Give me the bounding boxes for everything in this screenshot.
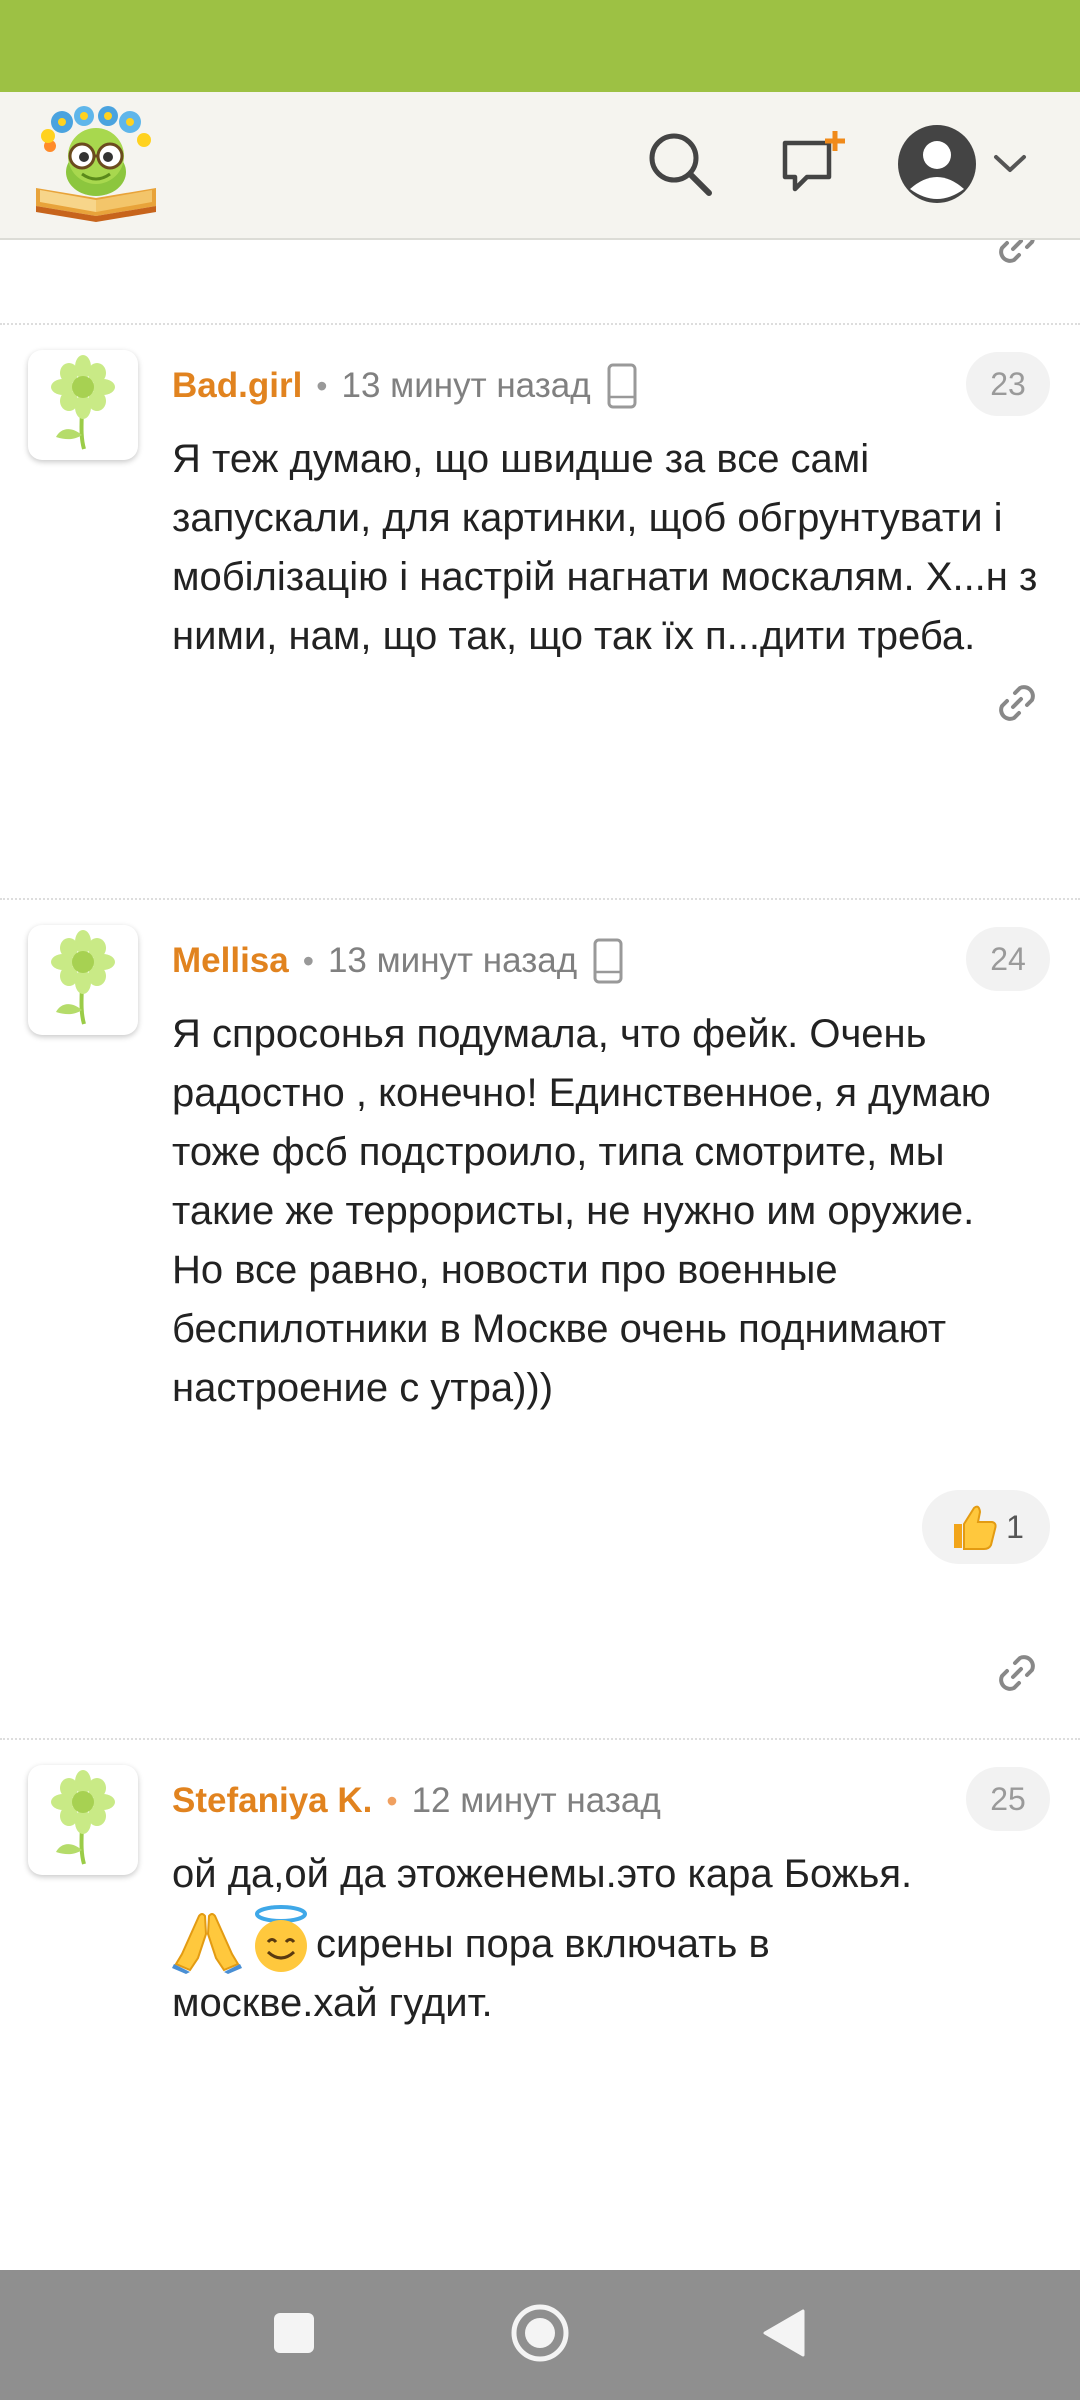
comments-list: Bad.girl • 13 минут назад 23 Я теж думаю… — [0, 240, 1080, 2270]
search-icon — [645, 129, 715, 204]
comment-number[interactable]: 23 — [966, 352, 1050, 416]
avatar[interactable] — [28, 1765, 138, 1875]
reaction-count: 1 — [1006, 1508, 1024, 1545]
comment-text: ой да,ой да этоженемы.это кара Божья. си… — [172, 1845, 1052, 2033]
reaction-thumbs-up[interactable]: 1 — [922, 1490, 1050, 1564]
comment-meta: Stefaniya K. • 12 минут назад — [172, 1773, 661, 1829]
link-icon[interactable] — [994, 240, 1040, 273]
comment-time: 13 минут назад — [341, 366, 591, 405]
link-icon[interactable] — [994, 680, 1040, 731]
separator-dot: • — [316, 367, 328, 404]
comment-text: Я спросонья подумала, что фейк. Очень ра… — [172, 1005, 1052, 1418]
folded-hands-icon — [172, 1910, 242, 1974]
comment-line: сирены пора включать в — [316, 1922, 770, 1966]
comment-paragraph: Я теж думаю, що швидше за все самі запус… — [172, 437, 1038, 658]
comment-time: 13 минут назад — [327, 941, 578, 980]
divider — [0, 323, 1080, 325]
author-name[interactable]: Bad.girl — [172, 366, 302, 406]
comment-meta: Bad.girl • 13 минут назад — [172, 358, 637, 414]
author-name[interactable]: Mellisa — [172, 941, 289, 981]
app-header — [0, 92, 1080, 240]
avatar[interactable] — [28, 925, 138, 1035]
separator-dot: • — [386, 1782, 398, 1819]
comment-line: ой да,ой да этоженемы.это кара Божья. — [172, 1852, 913, 1896]
back-triangle-icon — [761, 2308, 807, 2363]
new-message-button[interactable] — [766, 120, 858, 212]
comment-paragraph: Но все равно, новости про военные беспил… — [172, 1248, 947, 1410]
status-bar — [0, 0, 1080, 92]
comment-number[interactable]: 25 — [966, 1767, 1050, 1831]
mobile-phone-icon — [607, 363, 637, 409]
avatar[interactable] — [28, 350, 138, 460]
comment-text: Я теж думаю, що швидше за все самі запус… — [172, 430, 1052, 666]
smiling-face-with-halo-icon — [248, 1904, 314, 1974]
divider — [0, 898, 1080, 900]
link-icon[interactable] — [994, 1650, 1040, 1701]
chevron-down-icon — [992, 153, 1028, 180]
comment-line: москве.хай гудит. — [172, 1981, 493, 2025]
flower-avatar-icon — [48, 354, 118, 456]
comment-25: Stefaniya K. • 12 минут назад 25 ой да,о… — [0, 1765, 1080, 2265]
comment-number[interactable]: 24 — [966, 927, 1050, 991]
flower-avatar-icon — [48, 1769, 118, 1871]
divider — [0, 1738, 1080, 1740]
comment-23: Bad.girl • 13 минут назад 23 Я теж думаю… — [0, 350, 1080, 810]
mobile-phone-icon — [593, 938, 623, 984]
search-button[interactable] — [634, 120, 726, 212]
comment-line-with-emoji: сирены пора включать в — [172, 1904, 1052, 1974]
square-icon — [272, 2311, 316, 2360]
back-button[interactable] — [752, 2303, 816, 2367]
separator-dot: • — [302, 942, 314, 979]
comment-24: Mellisa • 13 минут назад 24 Я спросонья … — [0, 925, 1080, 1725]
comment-meta: Mellisa • 13 минут назад — [172, 933, 623, 989]
system-nav-bar — [0, 2270, 1080, 2400]
site-logo[interactable] — [32, 106, 160, 222]
profile-menu-button[interactable] — [896, 120, 1036, 212]
thumbs-up-icon — [948, 1502, 998, 1552]
comment-time: 12 минут назад — [411, 1781, 661, 1820]
new-message-icon — [777, 129, 847, 204]
author-name[interactable]: Stefaniya K. — [172, 1781, 372, 1821]
user-avatar-icon — [896, 123, 978, 210]
circle-icon — [510, 2303, 570, 2368]
recent-apps-button[interactable] — [262, 2303, 326, 2367]
home-button[interactable] — [508, 2303, 572, 2367]
comment-paragraph: Я спросонья подумала, что фейк. Очень ра… — [172, 1012, 991, 1233]
flower-avatar-icon — [48, 929, 118, 1031]
